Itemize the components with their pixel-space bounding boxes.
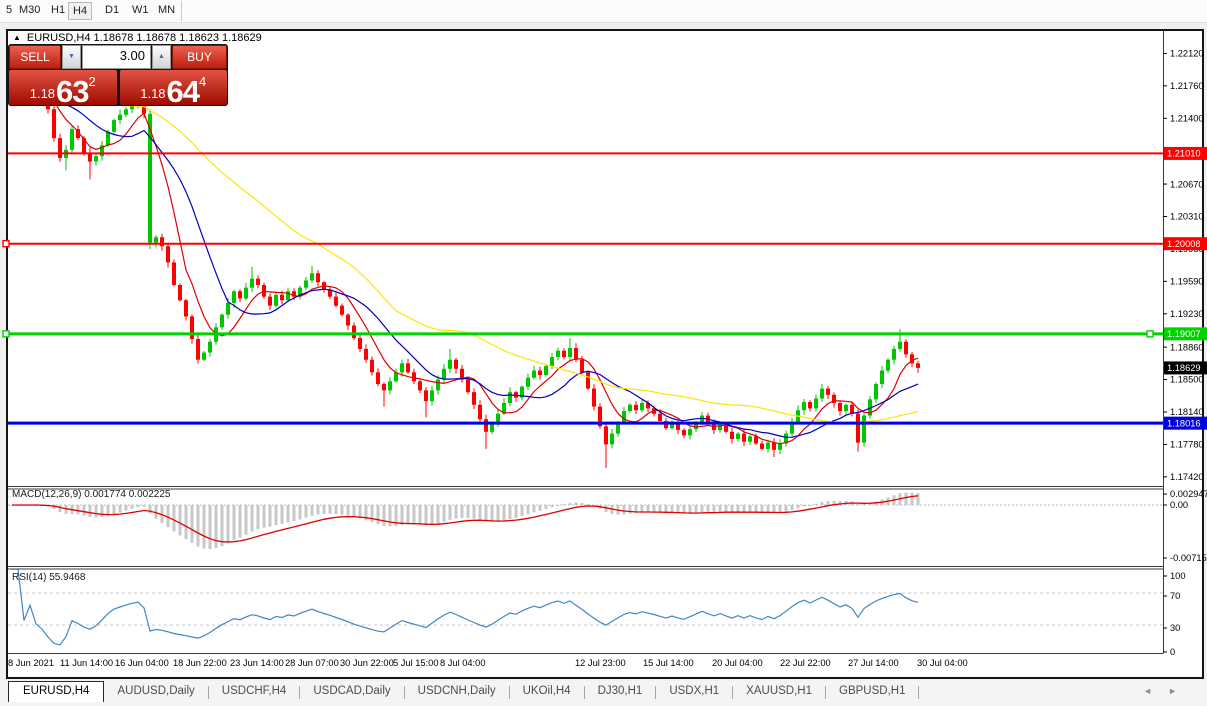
macd-axis-label: 0.002947 [1170,489,1207,499]
tab-divider [918,686,919,699]
time-axis: 8 Jun 2021 11 Jun 14:0016 Jun 04:00 18 Jun… [0,658,1160,674]
time-axis-label: 30 Jul 04:00 [917,658,968,668]
timeframe-button-h1[interactable]: H1 [47,2,69,20]
time-axis-label: 8 Jun 2021 [8,658,54,668]
symbol-tabbar: EURUSD,H4AUDUSD,DailyUSDCHF,H4USDCAD,Dai… [0,681,1207,706]
sell-price-button[interactable]: 1.18 63 2 [9,70,117,105]
tab-scroll-arrows: ◄► [1143,686,1193,696]
time-axis-label: 27 Jul 14:00 [848,658,899,668]
symbol-ohlc-text: EURUSD,H4 1.18678 1.18678 1.18623 1.1862… [27,32,262,44]
time-axis-label: 12 Jul 23:00 [575,658,626,668]
rsi-label: RSI(14) 55.9468 [12,572,85,583]
svg-text:1.20670: 1.20670 [1170,179,1204,189]
rsi-axis-label: 70 [1170,591,1180,601]
timeframe-button-w1[interactable]: W1 [128,2,153,20]
tab-scroll-left-icon[interactable]: ◄ [1143,686,1168,696]
hline-anchor[interactable] [1147,331,1153,337]
chart-header: ▲ EURUSD,H4 1.18678 1.18678 1.18623 1.186… [13,32,262,44]
timeframe-button-mn[interactable]: MN [154,2,179,20]
time-axis-label: 11 Jun 14:00 [60,658,113,668]
symbol-tab-gbpusd[interactable]: GBPUSD,H1 [826,681,918,702]
time-axis-label: 30 Jun 22:00 [340,658,394,668]
time-axis-label: 15 Jul 14:00 [643,658,694,668]
svg-text:1.19007: 1.19007 [1167,329,1201,339]
svg-text:1.20008: 1.20008 [1167,239,1201,249]
buy-price-prefix: 1.18 [140,86,165,101]
macd-label: MACD(12,26,9) 0.001774 0.002225 [12,489,170,500]
volume-decrease-button[interactable]: ▼ [62,45,81,69]
time-axis-label: 16 Jun 04:00 [115,658,169,668]
timeframe-button-h4[interactable]: H4 [68,2,92,20]
symbol-tab-xauusd[interactable]: XAUUSD,H1 [733,681,825,702]
time-axis-label: 8 Jul 04:00 [440,658,486,668]
hline-anchor[interactable] [3,241,9,247]
volume-input[interactable]: 3.00 [82,45,151,69]
buy-price-big: 64 [167,79,199,105]
buy-price-button[interactable]: 1.18 64 4 [120,70,228,105]
timeframe-toolbar: 5M30H1H4 D1 W1MN [0,0,1207,23]
symbol-tab-usdchf[interactable]: USDCHF,H4 [209,681,300,702]
spin-up-icon: ▲ [158,53,165,60]
symbol-tab-usdcnh[interactable]: USDCNH,Daily [405,681,509,702]
symbol-tab-usdcad[interactable]: USDCAD,Daily [300,681,403,702]
symbol-tab-usdx[interactable]: USDX,H1 [656,681,732,702]
rsi-axis-label: 30 [1170,623,1180,633]
svg-text:1.18860: 1.18860 [1170,342,1204,352]
time-axis-label: 23 Jun 14:00 [230,658,284,668]
timeframe-button-5[interactable]: 5 [2,2,16,20]
rsi-axis-label: 0 [1170,647,1175,657]
sell-price-pip: 2 [89,74,96,89]
svg-text:1.17420: 1.17420 [1170,472,1204,482]
timeframe-button-m30[interactable]: M30 [15,2,44,20]
symbol-tab-ukoil[interactable]: UKOil,H4 [510,681,584,702]
sell-price-big: 63 [56,79,88,105]
svg-text:1.21400: 1.21400 [1170,113,1204,123]
buy-button[interactable]: BUY [172,45,227,69]
spin-down-icon: ▼ [68,53,75,60]
symbol-tab-eurusd[interactable]: EURUSD,H4 [8,681,104,702]
time-axis-label: 22 Jul 22:00 [780,658,831,668]
svg-text:1.19230: 1.19230 [1170,309,1204,319]
macd-axis-label: 0.00 [1170,500,1188,510]
volume-increase-button[interactable]: ▲ [152,45,171,69]
svg-text:1.17780: 1.17780 [1170,440,1204,450]
time-axis-label: 20 Jul 04:00 [712,658,763,668]
one-click-trade-panel: SELL ▼ 3.00 ▲ BUY 1.18 63 2 1.18 64 4 [8,44,228,106]
svg-text:1.20310: 1.20310 [1170,212,1204,222]
svg-text:1.21010: 1.21010 [1167,149,1201,159]
toolbar-separator [181,1,182,21]
svg-text:1.18629: 1.18629 [1167,363,1201,373]
symbol-tab-audusd[interactable]: AUDUSD,Daily [104,681,207,702]
svg-text:1.18140: 1.18140 [1170,407,1204,417]
sell-button[interactable]: SELL [9,45,61,69]
time-axis-label: 28 Jun 07:00 [285,658,339,668]
rsi-axis-label: 100 [1170,571,1186,581]
mt4-terminal: { "toolbar": { "timeframes": ["5", "M30"… [0,0,1207,706]
collapse-arrow-icon: ▲ [13,33,21,42]
svg-text:1.19590: 1.19590 [1170,277,1204,287]
svg-text:1.22120: 1.22120 [1170,49,1204,59]
time-axis-label: 18 Jun 22:00 [173,658,227,668]
tab-scroll-right-icon[interactable]: ► [1168,686,1193,696]
macd-axis-label: -0.00715 [1170,553,1207,563]
svg-text:1.18016: 1.18016 [1167,418,1201,428]
sell-price-prefix: 1.18 [30,86,55,101]
timeframe-button-d1[interactable]: D1 [101,2,123,20]
symbol-tab-dj30[interactable]: DJ30,H1 [585,681,656,702]
hline-anchor[interactable] [3,331,9,337]
svg-text:1.21760: 1.21760 [1170,81,1204,91]
buy-price-pip: 4 [199,74,206,89]
svg-text:1.18500: 1.18500 [1170,375,1204,385]
time-axis-label: 5 Jul 15:00 [393,658,439,668]
